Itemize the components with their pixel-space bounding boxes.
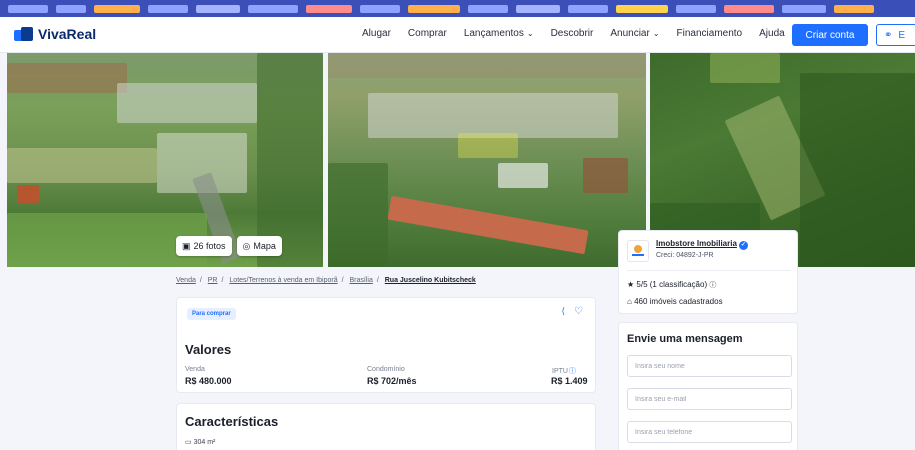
bookmarks-bar [0, 0, 915, 17]
email-input[interactable] [627, 388, 792, 410]
map-button[interactable]: ◎ Mapa [236, 236, 282, 256]
caracteristicas-title: Características [185, 414, 279, 429]
agent-creci: Creci: 04892-J-PR [656, 252, 714, 259]
gallery-photo-2[interactable] [328, 53, 646, 267]
agent-logo[interactable] [627, 240, 649, 262]
agent-card: Imobstore Imobiliaria ✓ Creci: 04892-J-PR… [618, 230, 798, 314]
menu-item-lancamentos[interactable]: Lançamentos ⌄ [464, 28, 534, 39]
camera-icon: ▣ [182, 240, 191, 251]
menu-item-ajuda[interactable]: Ajuda [759, 28, 785, 39]
agency-logo-icon [632, 245, 644, 256]
condominio-label: Condomínio [367, 366, 405, 373]
vivareal-logo[interactable]: VivaReal [14, 26, 96, 42]
home-icon: ⌂ [627, 297, 632, 306]
favorite-heart-icon[interactable]: ♡ [574, 306, 583, 317]
menu-item-alugar[interactable]: Alugar [362, 28, 391, 39]
gallery-photo-1[interactable] [7, 53, 323, 267]
characteristics-card: Características ▭ 304 m² [176, 403, 596, 450]
area-icon: ▭ [185, 439, 192, 446]
venda-value: R$ 480.000 [185, 376, 232, 386]
menu-item-financiamento[interactable]: Financiamento [677, 28, 743, 39]
agent-listings-count[interactable]: ⌂ 460 imóveis cadastrados [627, 297, 723, 306]
breadcrumb-pr[interactable]: PR [208, 277, 218, 284]
menu-item-descobrir[interactable]: Descobrir [551, 28, 594, 39]
menu-item-comprar[interactable]: Comprar [408, 28, 447, 39]
photos-button[interactable]: ▣ 26 fotos [176, 236, 232, 256]
create-account-button[interactable]: Criar conta [792, 24, 868, 46]
agent-rating: ★ 5/5 (1 classificação) ⓘ [627, 280, 717, 289]
chevron-down-icon: ⌄ [526, 29, 534, 38]
breadcrumb-lotes[interactable]: Lotes/Terrenos à venda em Ibiporã [229, 277, 337, 284]
gallery-actions: ▣ 26 fotos ◎ Mapa [176, 236, 282, 256]
share-icon[interactable]: ⟨ [561, 307, 565, 317]
name-input[interactable] [627, 355, 792, 377]
breadcrumb-venda[interactable]: Venda [176, 277, 196, 284]
star-icon: ★ [627, 280, 635, 289]
breadcrumb: Venda / PR / Lotes/Terrenos à venda em Ibi… [176, 277, 476, 284]
divider [627, 270, 791, 271]
info-icon[interactable]: ⓘ [709, 282, 716, 289]
values-card: Para comprar ⟨ ♡ Valores Venda R$ 480.00… [176, 297, 596, 393]
iptu-value: R$ 1.409 [551, 376, 588, 386]
map-pin-icon: ◎ [242, 240, 251, 251]
logo-text: VivaReal [38, 26, 97, 42]
user-icon: ⚭ [884, 29, 893, 41]
menu-item-anunciar[interactable]: Anunciar ⌄ [610, 28, 659, 39]
main-menu: Alugar Comprar Lançamentos ⌄ Descobrir An… [362, 28, 802, 39]
agent-name[interactable]: Imobstore Imobiliaria ✓ [656, 239, 748, 250]
contact-form: Envie uma mensagem [618, 322, 798, 450]
verified-badge-icon: ✓ [738, 241, 748, 250]
contact-form-title: Envie uma mensagem [627, 333, 743, 345]
phone-input[interactable] [627, 421, 792, 443]
chevron-down-icon: ⌄ [652, 29, 660, 38]
login-button[interactable]: ⚭ E [876, 24, 915, 46]
iptu-label: IPTUⓘ [552, 368, 576, 375]
area-item: ▭ 304 m² [185, 439, 216, 446]
venda-label: Venda [185, 366, 205, 373]
logo-mark-icon [14, 27, 34, 41]
condominio-value: R$ 702/mês [367, 376, 417, 386]
listing-type-badge: Para comprar [187, 308, 236, 320]
top-navigation: VivaReal Alugar Comprar Lançamentos ⌄ Des… [0, 17, 915, 53]
breadcrumb-current: Rua Juscelino Kubitscheck [384, 277, 476, 284]
valores-title: Valores [185, 342, 232, 357]
info-icon[interactable]: ⓘ [569, 368, 576, 375]
breadcrumb-brasilia[interactable]: Brasília [350, 277, 373, 284]
